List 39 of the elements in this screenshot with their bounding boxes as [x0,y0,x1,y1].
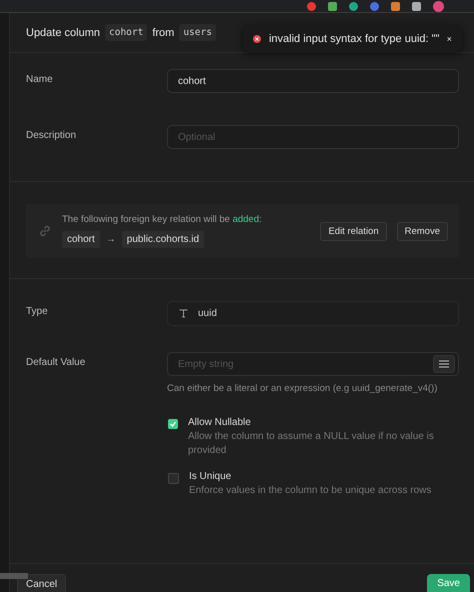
cancel-button[interactable]: Cancel [17,574,66,592]
input-field[interactable]: cohort [167,69,459,93]
checkbox[interactable] [168,473,179,484]
input-field[interactable]: Empty string [167,352,459,376]
field-label: Default Value [26,356,86,368]
arrow-icon: → [106,234,116,245]
extension-icon[interactable] [349,2,358,10]
scrollbar [0,573,28,579]
text-type-icon [179,309,188,318]
source-column: cohort [62,231,100,248]
edit-relation-button[interactable]: Edit relation [320,222,387,240]
field-label: Name [26,73,54,85]
input-field[interactable]: Optional [167,125,459,149]
extension-icon[interactable] [391,2,400,10]
help-text: Can either be a literal or an expression (e.g uuid_generate_v4()) [167,383,438,394]
relation-message: The following foreign key relation will be added: [62,214,263,225]
option-label: Is Unique [189,470,232,484]
extension-icon[interactable] [328,2,337,10]
panel-title: Update column [26,26,100,38]
remove-button[interactable]: Remove [396,222,448,240]
avatar-icon[interactable] [433,0,444,12]
extension-icon[interactable] [370,2,379,10]
field-label: Description [26,129,78,141]
option-description: Enforce values in the column to be unique across rows [189,484,432,498]
panel-title: from [152,26,174,38]
table-name: users [179,24,216,41]
close-icon[interactable] [447,34,452,42]
link-icon [38,224,52,238]
extension-icon[interactable] [307,2,316,10]
option-label: Allow Nullable [188,416,252,430]
toast-message: invalid input syntax for type uuid: "" [268,32,440,44]
column-name: cohort [105,24,148,41]
field-label: Type [26,305,49,317]
option-description: Allow the column to assume a NULL value if no value is provided [188,430,435,458]
type-select[interactable]: uuid [167,301,459,326]
checkbox[interactable] [168,419,178,429]
target-column: public.cohorts.id [122,231,204,248]
list-button[interactable] [433,355,455,373]
list-icon [439,360,449,368]
